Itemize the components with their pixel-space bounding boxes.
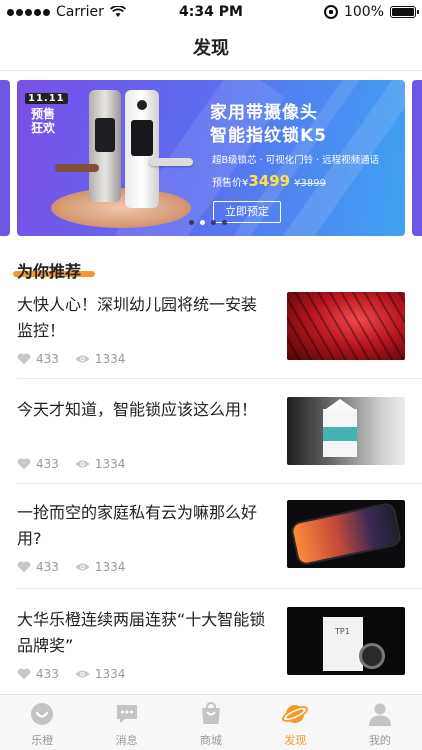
banner-next-peek[interactable] [412, 80, 422, 236]
nav-divider [0, 70, 422, 71]
page-dot[interactable] [200, 220, 205, 225]
article-thumbnail[interactable] [287, 500, 405, 568]
article-stats: 433 1334 [17, 352, 125, 366]
page-dot[interactable] [222, 220, 227, 225]
banner-prev-peek[interactable] [0, 80, 10, 236]
eye-icon [75, 460, 90, 468]
heart-icon [17, 561, 31, 573]
tab-bar: 乐橙 消息 商城 发现 我的 [0, 694, 422, 750]
smart-lock-image-white [125, 90, 193, 208]
article-title[interactable]: 大华乐橙连续两届连获“十大智能锁品牌奖” [17, 607, 272, 659]
eye-icon [75, 355, 90, 363]
battery-percent: 100% [343, 4, 384, 20]
article-title[interactable]: 今天才知道，智能锁应该这么用！ [17, 397, 272, 423]
article-item[interactable]: 大快人心！深圳幼儿园将统一安装监控！ 433 1334 [0, 292, 422, 398]
battery-icon [390, 6, 419, 18]
banner-features: 超B级锁芯 · 可视化门铃 · 远程视频通话 [212, 155, 380, 166]
banner-price: 预售价¥3499 ¥3899 [212, 172, 326, 190]
planet-icon [282, 705, 309, 723]
smile-icon [31, 703, 54, 725]
message-icon [116, 705, 137, 723]
article-stats: 433 1334 [17, 457, 125, 471]
status-right: 100% [323, 4, 419, 20]
like-count: 433 [36, 667, 59, 681]
smart-lock-image-bronze [55, 90, 121, 202]
promo-line2: 狂欢 [30, 121, 55, 135]
tab-label: 乐橙 [31, 734, 54, 747]
article-divider [17, 483, 422, 484]
promo-banner[interactable]: 11.11 预售 狂欢 家用带摄像头 智能指纹锁K5 超B级锁芯 · 可视化门铃… [17, 80, 405, 236]
like-count: 433 [36, 560, 59, 574]
article-item[interactable]: 一抢而空的家庭私有云为嘛那么好用? 433 1334 [0, 500, 422, 606]
article-divider [17, 588, 422, 589]
view-count: 1334 [94, 667, 126, 681]
rotation-lock-icon [323, 5, 338, 19]
heart-icon [17, 458, 31, 470]
section-title: 为你推荐 [17, 262, 82, 281]
product-label: TP1 [335, 627, 350, 636]
article-thumbnail[interactable] [287, 292, 405, 360]
presale-price: 3499 [248, 172, 291, 190]
shopping-bag-icon [202, 701, 221, 724]
article-title[interactable]: 大快人心！深圳幼儿园将统一安装监控！ [17, 292, 272, 344]
promo-tag: 11.11 预售 狂欢 [25, 86, 68, 135]
tab-mall[interactable]: 商城 [169, 695, 253, 750]
page-dot[interactable] [211, 220, 216, 225]
article-title[interactable]: 一抢而空的家庭私有云为嘛那么好用? [17, 500, 272, 552]
eye-icon [75, 670, 90, 678]
promo-date: 11.11 [25, 93, 68, 104]
view-count: 1334 [94, 560, 126, 574]
heart-icon [17, 668, 31, 680]
article-thumbnail[interactable]: TP1 [287, 607, 405, 675]
like-count: 433 [36, 352, 59, 366]
view-count: 1334 [94, 457, 126, 471]
banner-page-indicator [189, 220, 227, 225]
heart-icon [17, 353, 31, 365]
article-thumbnail[interactable] [287, 397, 405, 465]
like-count: 433 [36, 457, 59, 471]
tab-messages[interactable]: 消息 [84, 695, 168, 750]
tab-label: 发现 [284, 734, 307, 747]
article-item[interactable]: 今天才知道，智能锁应该这么用！ 433 1334 [0, 397, 422, 503]
tab-mine[interactable]: 我的 [338, 695, 422, 750]
view-count: 1334 [94, 352, 126, 366]
promo-line1: 预售 [30, 107, 55, 121]
product-pedestal [51, 188, 191, 228]
tab-label: 我的 [368, 734, 391, 747]
status-bar: Carrier 4:34 PM 100% [0, 0, 422, 24]
banner-headline-2: 智能指纹锁K5 [210, 126, 328, 146]
tab-lecheng[interactable]: 乐橙 [0, 695, 84, 750]
tab-label: 消息 [115, 734, 138, 747]
banner-headline-1: 家用带摄像头 [210, 103, 318, 123]
eye-icon [75, 563, 90, 571]
article-divider [17, 378, 422, 379]
person-icon [368, 703, 391, 726]
page-dot[interactable] [189, 220, 194, 225]
tab-discover[interactable]: 发现 [253, 695, 337, 750]
page-title: 发现 [193, 38, 229, 59]
tab-label: 商城 [200, 734, 223, 747]
article-stats: 433 1334 [17, 560, 125, 574]
article-stats: 433 1334 [17, 667, 125, 681]
original-price: ¥3899 [294, 178, 326, 189]
presale-label: 预售价¥ [212, 178, 249, 189]
